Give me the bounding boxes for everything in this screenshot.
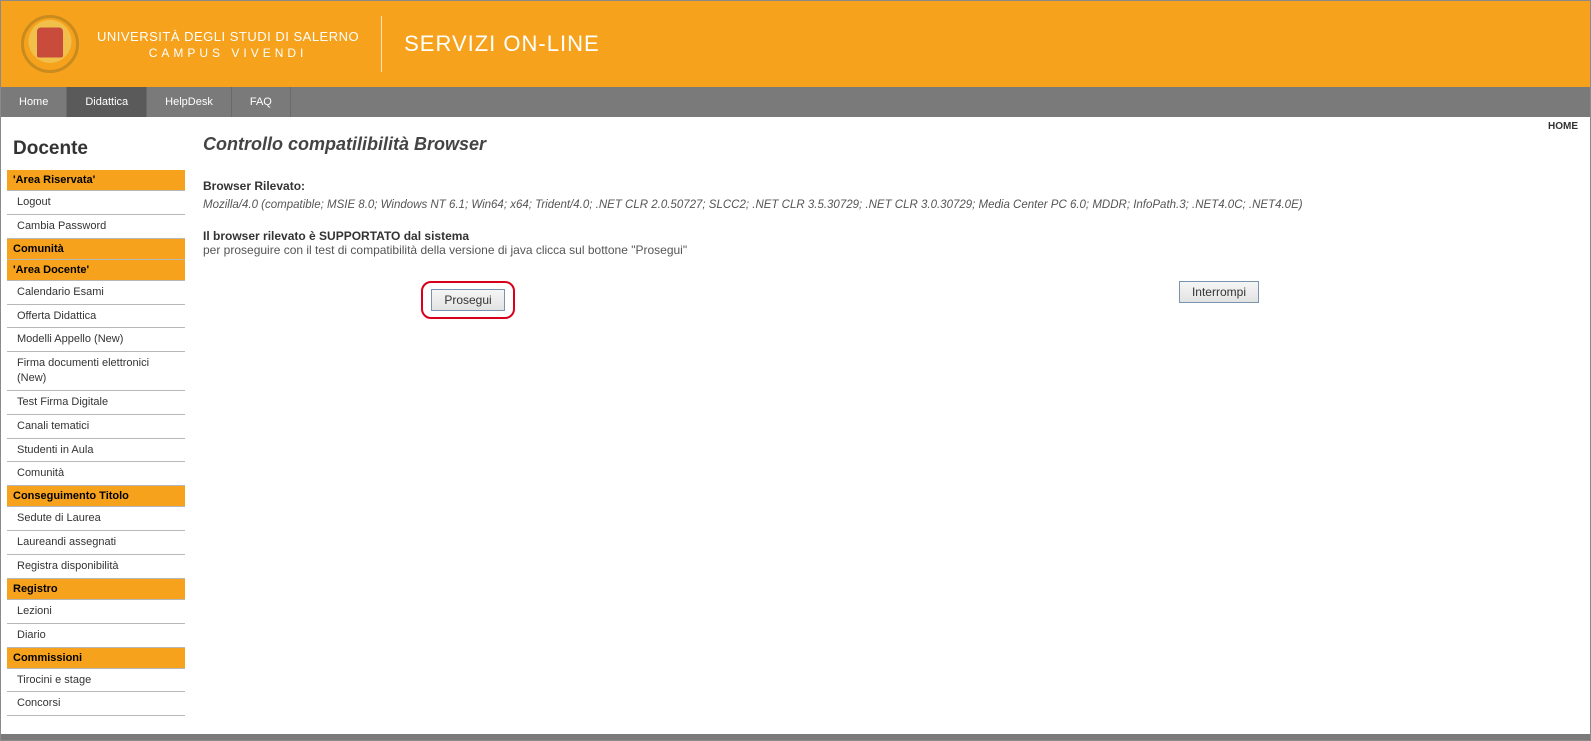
nav-helpdesk[interactable]: HelpDesk [147, 87, 232, 117]
service-title: SERVIZI ON-LINE [404, 31, 600, 57]
breadcrumb[interactable]: HOME [1, 117, 1590, 132]
support-status-line: Il browser rilevato è SUPPORTATO dal sis… [203, 229, 1584, 243]
sidebar-item-tirocini[interactable]: Tirocini e stage [7, 669, 185, 693]
sidebar-item-canali-tematici[interactable]: Canali tematici [7, 415, 185, 439]
proceed-highlight: Prosegui [421, 281, 514, 319]
instruction-line: per proseguire con il test di compatibil… [203, 243, 1584, 257]
nav-didattica[interactable]: Didattica [67, 87, 147, 117]
university-motto: CAMPUS VIVENDI [97, 46, 359, 60]
sidebar-header-area-riservata[interactable]: 'Area Riservata' [7, 170, 185, 191]
sidebar-item-diario[interactable]: Diario [7, 624, 185, 648]
university-text: UNIVERSITÀ DEGLI STUDI DI SALERNO CAMPUS… [97, 29, 381, 60]
sidebar-item-lezioni[interactable]: Lezioni [7, 600, 185, 624]
header-bar: UNIVERSITÀ DEGLI STUDI DI SALERNO CAMPUS… [1, 1, 1590, 87]
footer-bar [1, 734, 1590, 740]
sidebar-item-studenti-aula[interactable]: Studenti in Aula [7, 439, 185, 463]
nav-home[interactable]: Home [1, 87, 67, 117]
cancel-button[interactable]: Interrompi [1179, 281, 1259, 303]
sidebar-item-concorsi[interactable]: Concorsi [7, 692, 185, 716]
main-content: Controllo compatilibilità Browser Browse… [203, 132, 1584, 716]
university-seal-icon [21, 15, 79, 73]
browser-detected-label: Browser Rilevato: [203, 179, 1584, 193]
sidebar-header-conseguimento-titolo[interactable]: Conseguimento Titolo [7, 486, 185, 507]
university-name: UNIVERSITÀ DEGLI STUDI DI SALERNO [97, 29, 359, 44]
sidebar-title: Docente [7, 132, 185, 170]
top-nav: Home Didattica HelpDesk FAQ [1, 87, 1590, 117]
sidebar-item-offerta-didattica[interactable]: Offerta Didattica [7, 305, 185, 329]
sidebar-item-calendario-esami[interactable]: Calendario Esami [7, 281, 185, 305]
sidebar-header-comunita[interactable]: Comunità [7, 239, 185, 260]
sidebar-item-laureandi[interactable]: Laureandi assegnati [7, 531, 185, 555]
sidebar-item-modelli-appello[interactable]: Modelli Appello (New) [7, 328, 185, 352]
sidebar-item-registra-disponibilita[interactable]: Registra disponibilità [7, 555, 185, 579]
sidebar-item-test-firma[interactable]: Test Firma Digitale [7, 391, 185, 415]
header-divider [381, 16, 382, 72]
sidebar-header-commissioni[interactable]: Commissioni [7, 648, 185, 669]
sidebar-item-firma-documenti[interactable]: Firma documenti elettronici (New) [7, 352, 185, 391]
proceed-button[interactable]: Prosegui [431, 289, 504, 311]
sidebar-header-registro[interactable]: Registro [7, 579, 185, 600]
sidebar-item-sedute-laurea[interactable]: Sedute di Laurea [7, 507, 185, 531]
nav-faq[interactable]: FAQ [232, 87, 291, 117]
page-title: Controllo compatilibilità Browser [203, 134, 1584, 155]
sidebar-item-comunita[interactable]: Comunità [7, 462, 185, 486]
logo-block: UNIVERSITÀ DEGLI STUDI DI SALERNO CAMPUS… [21, 1, 600, 87]
button-row: Prosegui Interrompi [203, 281, 1263, 319]
sidebar-item-logout[interactable]: Logout [7, 191, 185, 215]
sidebar-header-area-docente[interactable]: 'Area Docente' [7, 260, 185, 281]
sidebar: Docente 'Area Riservata' Logout Cambia P… [7, 132, 185, 716]
browser-detected-value: Mozilla/4.0 (compatible; MSIE 8.0; Windo… [203, 197, 1584, 213]
sidebar-item-cambia-password[interactable]: Cambia Password [7, 215, 185, 239]
